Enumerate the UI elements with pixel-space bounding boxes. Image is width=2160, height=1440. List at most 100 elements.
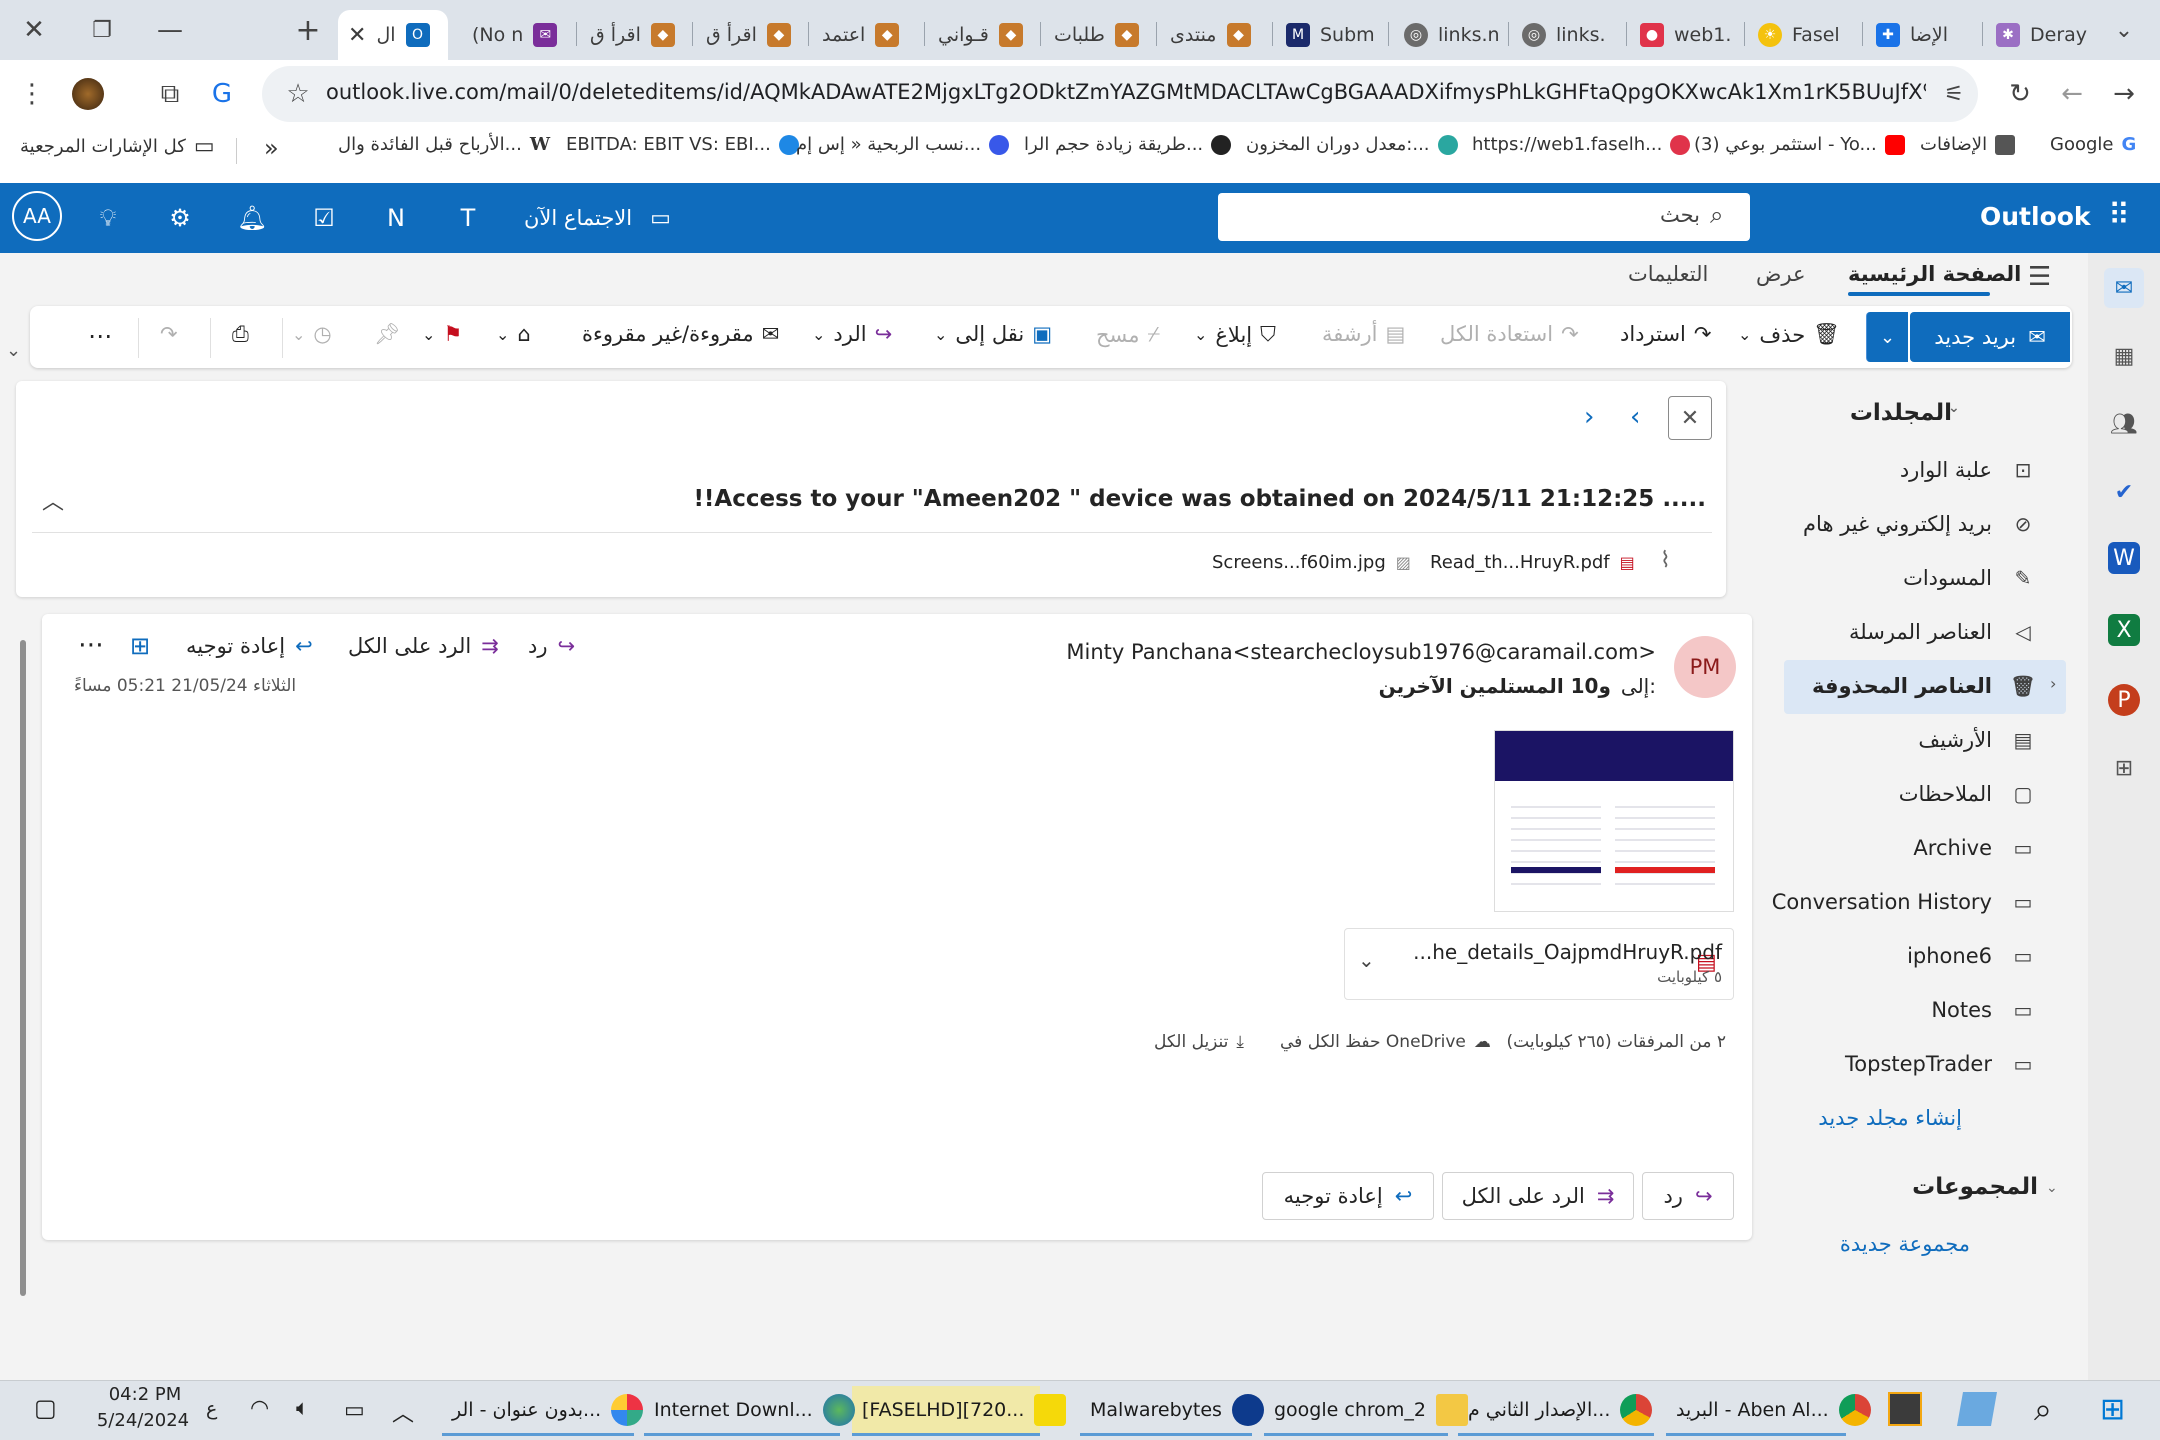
minimize-window-icon[interactable]: — (150, 10, 190, 50)
language-indicator[interactable]: ع (206, 1398, 217, 1420)
battery-icon[interactable]: ▭ (344, 1398, 365, 1423)
bookmark-item[interactable]: الأرباح قبل الفائدة وال... W (338, 134, 550, 155)
desktop-app-icon[interactable] (1957, 1392, 1997, 1426)
tray-overflow-icon[interactable]: ︿ (392, 1396, 414, 1428)
app-launcher-icon[interactable]: ⠿ (2108, 198, 2130, 233)
close-tab-icon[interactable]: ✕ (348, 23, 366, 48)
reply-button-bottom[interactable]: رد ↪ (1642, 1172, 1734, 1220)
folder-sent[interactable]: العناصر المرسلة ◁ (1849, 620, 2036, 644)
recipients-line[interactable]: و10 المستلمين الآخرين إلى: (1379, 674, 1656, 698)
archive-button[interactable]: أرشفة ▤ (1322, 322, 1405, 346)
groups-title[interactable]: المجموعات (1912, 1174, 2038, 1200)
onenote-icon[interactable]: N (376, 198, 416, 238)
folder-inbox[interactable]: علبة الوارد ⊡ (1900, 458, 2036, 482)
new-group-link[interactable]: مجموعة جديدة (1840, 1232, 1970, 1256)
outlook-brand[interactable]: Outlook (1980, 202, 2091, 231)
tab-extensions[interactable]: ✚ الإضا (1866, 10, 1978, 60)
tab-forum[interactable]: طلبات ◆ (1044, 10, 1156, 60)
bookmark-item[interactable]: Google G (2050, 134, 2136, 155)
new-mail-dropdown-icon[interactable]: ⌄ (1866, 312, 1908, 362)
more-actions-icon[interactable]: ⋯ (78, 630, 104, 660)
tips-icon[interactable]: 💡︎ (88, 198, 128, 238)
calendar-icon[interactable]: ▦ (2104, 336, 2144, 376)
bookmark-item[interactable]: طريقة زيادة حجم الرا... (1024, 134, 1232, 155)
tab-mail[interactable]: (No n ✉ (462, 10, 568, 60)
previous-message-icon[interactable]: ‹ (1630, 402, 1640, 432)
folder-iphone6[interactable]: iphone6 ▭ (1907, 944, 2036, 968)
tune-icon[interactable]: ⚟ (1934, 74, 1974, 114)
mail-icon[interactable]: ✉ (2104, 268, 2144, 308)
taskbar-item[interactable]: Malwarebytes (1080, 1386, 1264, 1436)
chart-app-icon[interactable] (1888, 1392, 1922, 1426)
forward-button-bottom[interactable]: إعادة توجيه ↩ (1262, 1172, 1434, 1220)
reply-all-button-bottom[interactable]: الرد على الكل ⇉ (1442, 1172, 1634, 1220)
restore-window-icon[interactable]: ❐ (82, 10, 122, 50)
folder-notes-ar[interactable]: الملاحظات ▢ (1899, 782, 2036, 806)
profile-avatar[interactable] (72, 78, 104, 110)
taskbar-item[interactable]: [FASELHD][720... (852, 1386, 1067, 1436)
chevron-down-icon[interactable]: ⌄ (2046, 1180, 2058, 1196)
folder-topsteptrader[interactable]: TopstepTrader ▭ (1845, 1052, 2036, 1076)
bookmark-item[interactable]: معدل دوران المخزون:... (1246, 134, 1458, 155)
folder-deleted-items[interactable]: العناصر المحذوفة 🗑︎ (1812, 674, 2036, 698)
settings-icon[interactable]: ⚙ (160, 198, 200, 238)
tab-outlook[interactable]: ✕ ال O (338, 10, 448, 60)
star-icon[interactable]: ☆ (278, 74, 318, 114)
clock-date[interactable]: 5/24/2024 (88, 1410, 198, 1431)
taskbar-item[interactable]: Internet Downl... (644, 1386, 855, 1436)
tab-links[interactable]: ◎ links.n (1394, 10, 1504, 60)
account-avatar[interactable]: AA (12, 191, 62, 241)
bookmarks-overflow-icon[interactable]: » (264, 134, 279, 162)
start-icon[interactable]: ⊞ (2100, 1392, 2125, 1427)
more-commands-icon[interactable]: ⋯ (88, 322, 112, 350)
taskbar-item[interactable]: google chrom_2 (1264, 1386, 1468, 1436)
sweep-button[interactable]: مسح ⌿ (1096, 322, 1160, 347)
collapse-icon[interactable]: ︿ (42, 484, 64, 516)
people-icon[interactable]: 👥︎ (2104, 404, 2144, 444)
bookmark-item[interactable]: (3) استثمر بوعي - Yo... (1694, 134, 1905, 155)
more-apps-icon[interactable]: ⊞ (2104, 748, 2144, 788)
navigation-toggle-icon[interactable]: ☰ (2028, 262, 2051, 292)
header-forward[interactable]: إعادة توجيه ↩ (186, 634, 313, 658)
all-bookmarks[interactable]: كل الإشارات المرجعية ▭ (20, 134, 215, 159)
excel-icon[interactable]: X (2108, 614, 2140, 646)
tab-forum[interactable]: قـواني ◆ (928, 10, 1040, 60)
folder-drafts[interactable]: المسودات ✎ (1903, 566, 2036, 590)
move-to-button[interactable]: ⌄ نقل إلى ▣ (934, 322, 1052, 346)
folder-archive-ar[interactable]: الأرشيف ▤ (1918, 728, 2036, 752)
tab-forum[interactable]: منتدى ◆ (1160, 10, 1272, 60)
flag-button[interactable]: ⌄ ⚑ (422, 322, 462, 346)
tab-view[interactable]: عرض (1756, 262, 1806, 286)
new-mail-button[interactable]: بريد جديد ✉ (1910, 312, 2070, 362)
todo-icon[interactable]: ✔ (2104, 472, 2144, 512)
apps-icon[interactable]: ⊞ (130, 632, 150, 660)
search-icon[interactable]: ⌕ (1710, 201, 1723, 229)
create-folder-link[interactable]: إنشاء مجلد جديد (1818, 1106, 1962, 1130)
chevron-down-icon[interactable]: ⌄ (1358, 948, 1375, 972)
delete-button[interactable]: ⌄ حذف 🗑︎ (1738, 322, 1840, 347)
categorize-button[interactable]: ⌄ ⌂ (496, 322, 531, 346)
word-icon[interactable]: W (2108, 542, 2140, 574)
extensions-icon[interactable]: ⧉ (150, 74, 190, 114)
volume-icon[interactable]: 🔈︎ (296, 1396, 309, 1421)
new-tab-icon[interactable]: + (288, 10, 328, 50)
wifi-icon[interactable]: ◠ (250, 1396, 269, 1421)
next-message-icon[interactable]: › (1584, 402, 1594, 432)
sender-address[interactable]: Minty Panchana<stearchecloysub1976@caram… (1066, 640, 1656, 664)
powerpoint-icon[interactable]: P (2108, 684, 2140, 716)
sender-avatar[interactable]: PM (1674, 636, 1736, 698)
subject-attachment-jpg[interactable]: Screens...f60im.jpg ▨ (1212, 552, 1411, 573)
image-attachment-preview[interactable] (1494, 730, 1734, 912)
tab-submit[interactable]: M Subm (1276, 10, 1388, 60)
bookmark-item[interactable]: EBITDA: EBIT VS: EBI... (566, 134, 799, 155)
tab-links[interactable]: ◎ links. (1512, 10, 1624, 60)
collapse-ribbon-icon[interactable]: ⌄ (6, 340, 21, 361)
my-day-icon[interactable]: ☑ (304, 198, 344, 238)
tab-forum[interactable]: اقرأ ق ◆ (696, 10, 808, 60)
header-reply[interactable]: رد ↪ (528, 634, 575, 658)
scrollbar[interactable] (20, 640, 26, 1296)
restore-all-button[interactable]: استعادة الكل ↷ (1440, 322, 1579, 346)
taskbar-item[interactable]: البريد - Aben Al... (1666, 1386, 1871, 1436)
back-icon[interactable]: ← (2052, 74, 2092, 114)
forward-icon[interactable]: → (2104, 74, 2144, 114)
